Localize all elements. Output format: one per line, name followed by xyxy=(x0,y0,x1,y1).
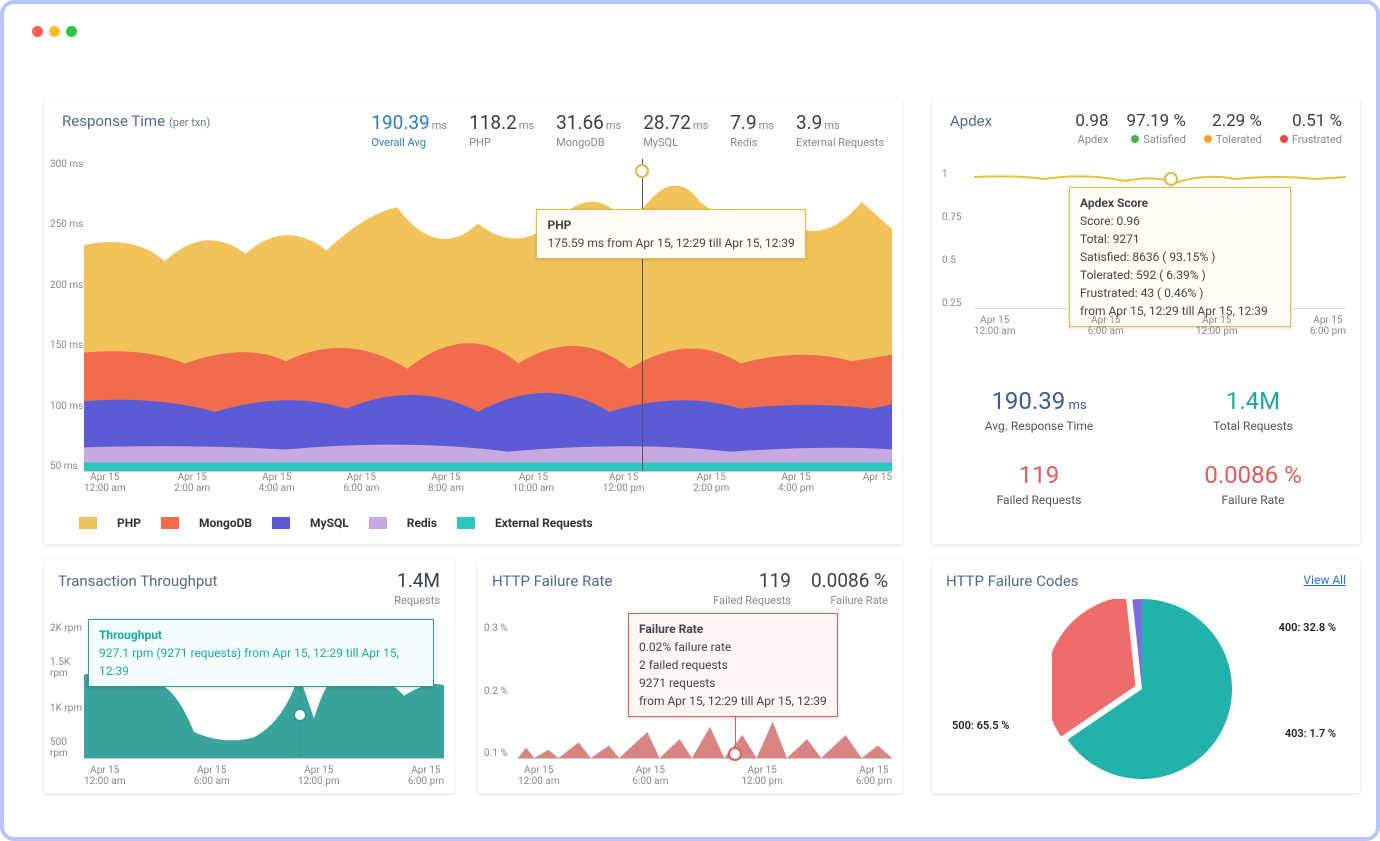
response-time-title: Response Time xyxy=(62,112,165,130)
apdex-title: Apdex xyxy=(950,112,992,130)
apdex-stat-satisfied: 97.19 %Satisfied xyxy=(1127,111,1186,146)
pane-apdex: Apdex 0.98Apdex 97.19 %Satisfied 2.29 %Tol… xyxy=(932,99,1360,544)
apdex-tooltip: Apdex Score Score: 0.96Total: 9271Satisf… xyxy=(1069,187,1291,327)
stat-overall-avg: 190.39msOverall Avg xyxy=(371,111,447,149)
stat-mysql: 28.72msMySQL xyxy=(643,111,708,149)
codes-title: HTTP Failure Codes xyxy=(946,572,1079,590)
legend-external-requests[interactable]: External Requests xyxy=(457,516,593,530)
pie-label-403: 403: 1.7 % xyxy=(1285,727,1336,740)
throughput-tooltip: Throughput 927.1 rpm (9271 requests) fro… xyxy=(88,619,434,687)
response-time-tooltip: PHP 175.59 ms from Apr 15, 12:29 till Ap… xyxy=(536,209,805,259)
failure-chart[interactable]: Failure Rate 0.02% failure rate2 failed … xyxy=(518,623,892,759)
pane-http-failure-codes: HTTP Failure Codes View All 400: 32.8 % … xyxy=(932,559,1360,793)
stat-mongodb: 31.66msMongoDB xyxy=(556,111,621,149)
throughput-title: Transaction Throughput xyxy=(58,572,217,590)
response-time-chart[interactable]: PHP 175.59 ms from Apr 15, 12:29 till Ap… xyxy=(84,159,892,472)
stat-php: 118.2msPHP xyxy=(469,111,534,149)
pane-response-time: Response Time (per txn) 190.39msOverall … xyxy=(44,99,902,544)
summary-failure-rate: 0.0086 %Failure Rate xyxy=(1146,461,1360,507)
legend-mongodb[interactable]: MongoDB xyxy=(161,516,252,530)
pane-throughput: Transaction Throughput 1.4MRequests 2K r… xyxy=(44,559,454,793)
pane-http-failure-rate: HTTP Failure Rate 119Failed Requests0.00… xyxy=(478,559,902,793)
legend-redis[interactable]: Redis xyxy=(369,516,437,530)
legend-mysql[interactable]: MySQL xyxy=(272,516,349,530)
summary-failed-requests: 119Failed Requests xyxy=(932,461,1146,507)
summary-avg-response-time: 190.39 msAvg. Response Time xyxy=(932,387,1146,433)
response-time-legend[interactable]: PHP MongoDB MySQL Redis External Requests xyxy=(79,516,613,532)
failure-tooltip: Failure Rate 0.02% failure rate2 failed … xyxy=(628,613,838,717)
apdex-stat-frustrated: 0.51 %Frustrated xyxy=(1280,111,1342,146)
legend-php[interactable]: PHP xyxy=(79,516,141,530)
failure-title: HTTP Failure Rate xyxy=(492,572,612,590)
response-time-subtitle: (per txn) xyxy=(169,116,210,129)
pie-label-400: 400: 32.8 % xyxy=(1279,621,1336,634)
view-all-link[interactable]: View All xyxy=(1303,573,1346,587)
window-traffic-lights xyxy=(32,22,83,41)
stat-external-requests: 3.9msExternal Requests xyxy=(796,111,884,149)
stat-redis: 7.9msRedis xyxy=(730,111,774,149)
apdex-stat-tolerated: 2.29 %Tolerated xyxy=(1204,111,1262,146)
failure-codes-pie[interactable] xyxy=(1052,599,1232,779)
apdex-stat-apdex: 0.98Apdex xyxy=(1075,111,1108,146)
apdex-chart[interactable]: Apdex Score Score: 0.96Total: 9271Satisf… xyxy=(974,169,1346,309)
summary-total-requests: 1.4MTotal Requests xyxy=(1146,387,1360,433)
pie-label-500: 500: 65.5 % xyxy=(952,719,1009,732)
throughput-chart[interactable]: Throughput 927.1 rpm (9271 requests) fro… xyxy=(84,623,444,759)
